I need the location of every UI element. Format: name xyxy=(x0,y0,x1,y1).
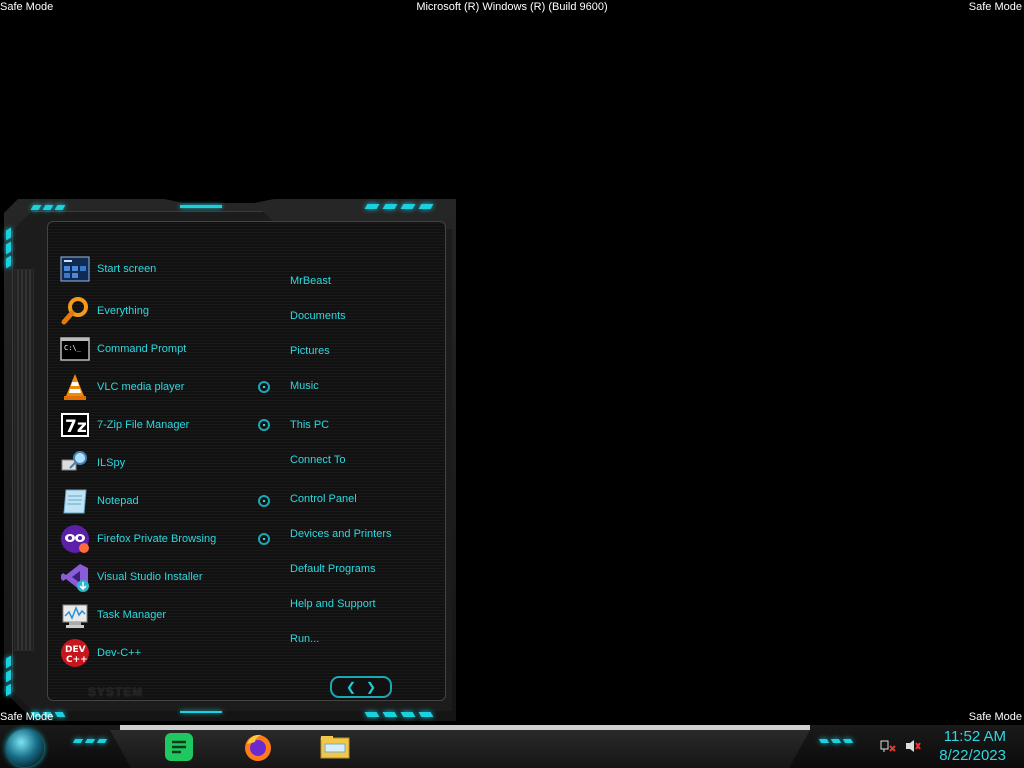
program-label: Start screen xyxy=(97,263,157,275)
system-label: SYSTEM xyxy=(88,685,144,699)
accent-glow xyxy=(418,712,434,717)
pin-icon[interactable] xyxy=(258,533,270,545)
accent-glow xyxy=(180,711,222,713)
program-item-start-screen[interactable]: Start screen xyxy=(60,253,156,285)
accent-glow xyxy=(84,739,96,743)
program-label: ILSpy xyxy=(97,457,126,469)
taskbar-top-strip xyxy=(120,725,810,730)
accent-glow xyxy=(842,739,854,743)
accent-glow xyxy=(180,205,222,208)
start-menu-nav[interactable]: ❮ ❯ xyxy=(330,676,392,698)
accent-glow xyxy=(96,739,108,743)
devcpp-icon: DEV C++ xyxy=(60,638,90,668)
taskbar-body xyxy=(110,730,810,768)
program-label: 7-Zip File Manager xyxy=(97,419,190,431)
place-item-connect-to[interactable]: Connect To xyxy=(290,454,345,466)
clock-date: 8/22/2023 xyxy=(939,747,1006,764)
vs-installer-icon xyxy=(60,562,90,592)
start-screen-icon xyxy=(60,254,90,284)
place-item-mrbeast[interactable]: MrBeast xyxy=(290,275,331,287)
accent-glow xyxy=(400,712,416,717)
program-item-devcpp[interactable]: DEV C++ Dev-C++ xyxy=(60,637,141,669)
place-item-devices-printers[interactable]: Devices and Printers xyxy=(290,528,392,540)
svg-text:DEV: DEV xyxy=(65,645,86,655)
program-item-notepad[interactable]: Notepad xyxy=(60,485,139,517)
accent-glow xyxy=(382,712,398,717)
arrow-right-icon[interactable]: ❯ xyxy=(366,680,376,694)
accent-glow xyxy=(364,712,380,717)
program-item-firefox-private[interactable]: Firefox Private Browsing xyxy=(60,523,216,555)
program-label: Visual Studio Installer xyxy=(97,571,203,583)
7zip-icon: 7z xyxy=(60,410,90,440)
notes-app-icon[interactable] xyxy=(164,732,194,762)
firefox-icon[interactable] xyxy=(243,732,273,762)
place-item-run[interactable]: Run... xyxy=(290,633,319,645)
cmd-icon: C:\_ xyxy=(60,334,90,364)
program-item-task-manager[interactable]: Task Manager xyxy=(60,599,166,631)
file-explorer-icon[interactable] xyxy=(320,732,350,762)
taskbar: 11:52 AM 8/22/2023 xyxy=(0,725,1024,768)
safe-mode-label-bottom-right: Safe Mode xyxy=(968,711,1022,723)
build-string: Microsoft (R) Windows (R) (Build 9600) xyxy=(416,1,608,13)
place-item-this-pc[interactable]: This PC xyxy=(290,419,329,431)
program-item-vlc[interactable]: VLC media player xyxy=(60,371,184,403)
place-item-control-panel[interactable]: Control Panel xyxy=(290,493,357,505)
firefox-private-icon xyxy=(60,524,90,554)
svg-text:C:\_: C:\_ xyxy=(64,344,82,352)
safe-mode-label-top-right: Safe Mode xyxy=(968,1,1022,13)
accent-glow xyxy=(818,739,830,743)
program-label: Command Prompt xyxy=(97,343,187,355)
network-icon[interactable] xyxy=(880,739,896,753)
program-item-command-prompt[interactable]: C:\_ Command Prompt xyxy=(60,333,186,365)
place-item-default-programs[interactable]: Default Programs xyxy=(290,563,376,575)
place-item-documents[interactable]: Documents xyxy=(290,310,346,322)
program-label: Firefox Private Browsing xyxy=(97,533,217,545)
clock[interactable]: 11:52 AM 8/22/2023 xyxy=(939,727,1006,765)
arrow-left-icon[interactable]: ❮ xyxy=(346,680,356,694)
program-item-ilspy[interactable]: ILSpy xyxy=(60,447,125,479)
safe-mode-label-bottom-left: Safe Mode xyxy=(0,711,54,723)
program-label: VLC media player xyxy=(97,381,185,393)
program-label: Notepad xyxy=(97,495,139,507)
notepad-icon xyxy=(60,486,90,516)
accent-glow xyxy=(72,739,84,743)
place-item-help-support[interactable]: Help and Support xyxy=(290,598,376,610)
place-item-pictures[interactable]: Pictures xyxy=(290,345,330,357)
svg-text:7z: 7z xyxy=(65,417,87,437)
svg-text:C++: C++ xyxy=(66,655,88,665)
place-item-music[interactable]: Music xyxy=(290,380,319,392)
pin-icon[interactable] xyxy=(258,419,270,431)
start-menu-side-grip xyxy=(14,269,34,651)
program-item-everything[interactable]: Everything xyxy=(60,295,149,327)
ilspy-icon xyxy=(60,448,90,478)
pin-icon[interactable] xyxy=(258,381,270,393)
program-label: Everything xyxy=(97,305,149,317)
start-menu: Start screen Everything C:\_ Command Pro… xyxy=(4,199,456,721)
clock-time: 11:52 AM xyxy=(943,728,1006,745)
pin-icon[interactable] xyxy=(258,495,270,507)
start-orb-button[interactable] xyxy=(6,729,44,767)
accent-glow xyxy=(830,739,842,743)
program-item-7zip[interactable]: 7z 7-Zip File Manager xyxy=(60,409,189,441)
magnifier-icon xyxy=(60,296,90,326)
vlc-cone-icon xyxy=(60,372,90,402)
program-label: Dev-C++ xyxy=(97,647,142,659)
program-item-vs-installer[interactable]: Visual Studio Installer xyxy=(60,561,203,593)
program-label: Task Manager xyxy=(97,609,167,621)
volume-muted-icon[interactable] xyxy=(905,739,921,753)
task-manager-icon xyxy=(60,600,90,630)
